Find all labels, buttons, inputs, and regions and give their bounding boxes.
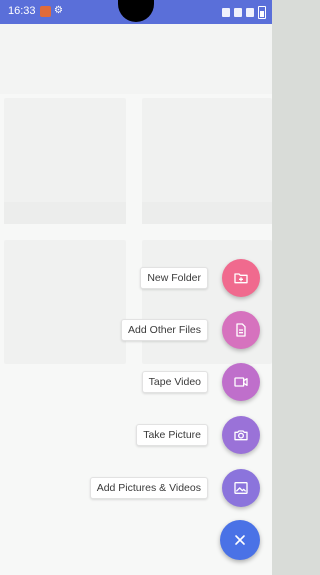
file-icon [236, 323, 246, 337]
notification-settings-icon: ⚙ [54, 5, 63, 16]
notification-app-icon [40, 6, 51, 17]
battery-icon [258, 6, 266, 19]
fab-label-tape-video[interactable]: Tape Video [141, 371, 208, 393]
fab-label-new-folder[interactable]: New Folder [140, 267, 208, 289]
close-icon [235, 535, 245, 545]
fab-menu-item-new-folder[interactable]: New Folder [140, 259, 260, 297]
fab-menu-item-add-pictures-videos[interactable]: Add Pictures & Videos [89, 469, 260, 507]
signal-icon [234, 8, 242, 17]
status-time: 16:33 [8, 5, 36, 17]
status-icons [222, 6, 266, 19]
wifi-icon [246, 8, 254, 17]
close-fab-menu-button[interactable] [220, 520, 260, 560]
folder-add-icon [234, 273, 248, 284]
fab-menu-item-take-picture[interactable]: Take Picture [136, 416, 260, 454]
fab-label-add-pictures-videos[interactable]: Add Pictures & Videos [89, 477, 208, 499]
tape-video-button[interactable] [222, 363, 260, 401]
status-bar: 16:33 ⚙ [0, 0, 272, 24]
fab-menu-item-tape-video[interactable]: Tape Video [141, 363, 260, 401]
camera-icon [234, 430, 248, 441]
add-other-files-button[interactable] [222, 311, 260, 349]
take-picture-button[interactable] [222, 416, 260, 454]
image-icon [234, 482, 248, 494]
fab-menu-item-add-other-files[interactable]: Add Other Files [121, 311, 260, 349]
camera-notch [118, 0, 154, 22]
mute-icon [222, 8, 230, 17]
fab-label-take-picture[interactable]: Take Picture [136, 424, 208, 446]
video-icon [234, 377, 248, 387]
add-pictures-videos-button[interactable] [222, 469, 260, 507]
new-folder-button[interactable] [222, 259, 260, 297]
fab-label-add-other-files[interactable]: Add Other Files [121, 319, 208, 341]
